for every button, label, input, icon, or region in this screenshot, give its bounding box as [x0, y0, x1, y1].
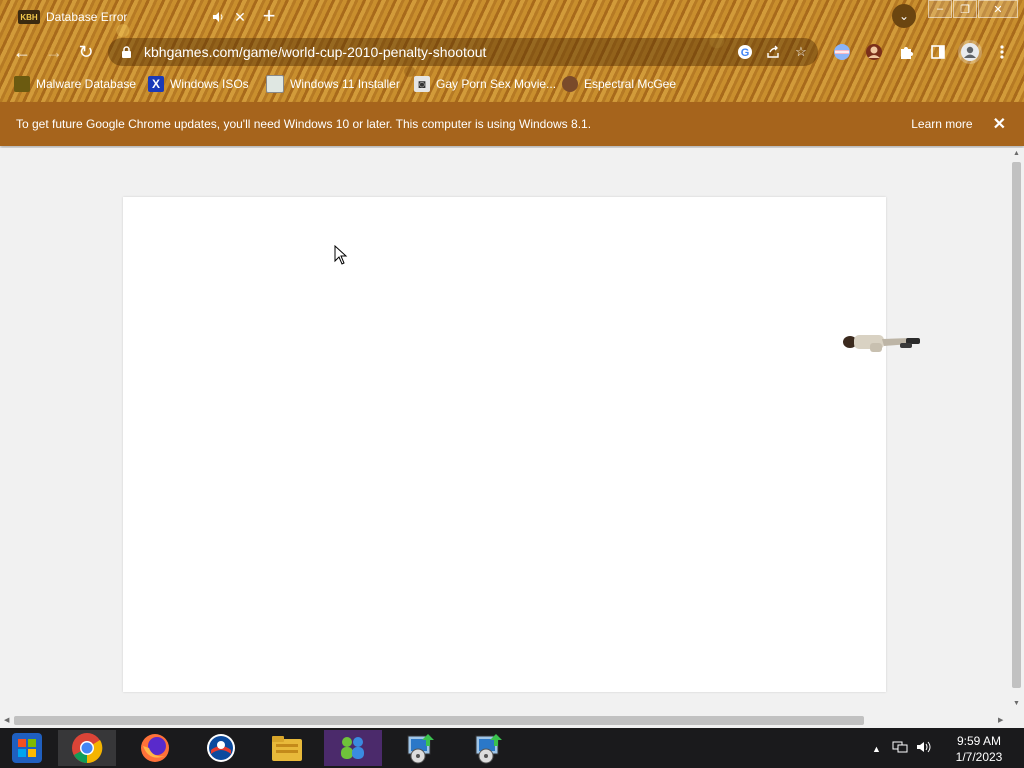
bookmark-label: Espectral McGee: [584, 77, 677, 91]
speaker-icon[interactable]: [210, 9, 226, 25]
folder-icon: [272, 736, 302, 761]
bookmark-movie[interactable]: ◙ Gay Porn Sex Movie...: [414, 75, 556, 93]
bookmark-malware-database[interactable]: Malware Database: [14, 75, 136, 93]
bookmark-windows-isos[interactable]: X Windows ISOs: [148, 75, 249, 93]
menu-icon[interactable]: [992, 42, 1012, 62]
vertical-scroll-thumb[interactable]: [1012, 162, 1021, 688]
scroll-right-icon[interactable]: ▶: [998, 716, 1003, 724]
scroll-up-icon[interactable]: ▲: [1013, 150, 1020, 157]
infobar-message: To get future Google Chrome updates, you…: [16, 117, 592, 131]
share-icon[interactable]: [762, 41, 784, 63]
tab-close-icon[interactable]: ✕: [232, 9, 248, 25]
installer-icon: [407, 734, 434, 764]
google-lens-icon[interactable]: G: [734, 41, 756, 63]
bookmark-star-icon[interactable]: ☆: [790, 41, 812, 63]
scroll-left-icon[interactable]: ◀: [4, 716, 9, 724]
minimize-button[interactable]: –: [928, 0, 952, 18]
image-bookmark-icon: [266, 75, 284, 93]
taskbar-installer[interactable]: [392, 730, 450, 766]
translate-extension-icon[interactable]: [832, 42, 852, 62]
firefox-icon: [141, 734, 169, 762]
scroll-down-icon[interactable]: ▼: [1013, 700, 1020, 707]
forward-button[interactable]: →: [42, 40, 66, 64]
taskbar-firefox[interactable]: [126, 730, 184, 766]
url-text[interactable]: kbhgames.com/game/world-cup-2010-penalty…: [144, 44, 734, 60]
start-button[interactable]: [0, 730, 54, 766]
bookmark-label: Windows ISOs: [170, 77, 249, 91]
puzzle-extensions-icon[interactable]: [896, 42, 916, 62]
kbh-favicon-icon: KBH: [18, 10, 40, 24]
system-clock[interactable]: 9:59 AM 1/7/2023: [946, 733, 1012, 765]
taskbar-file-explorer[interactable]: [258, 730, 316, 766]
mouse-cursor-icon: [334, 245, 348, 265]
horizontal-scroll-thumb[interactable]: [14, 716, 864, 725]
outlook-icon: [207, 734, 235, 762]
installer-icon: [475, 734, 502, 764]
network-icon[interactable]: [892, 740, 908, 757]
bookmark-label: Malware Database: [36, 77, 137, 91]
taskbar-chrome[interactable]: [58, 730, 116, 766]
side-panel-icon[interactable]: [928, 42, 948, 62]
tab-title: Database Error: [46, 10, 128, 24]
infobar-close-icon[interactable]: ✕: [993, 114, 1006, 134]
volume-icon[interactable]: [916, 740, 932, 757]
game-canvas[interactable]: [123, 197, 886, 692]
chrome-icon: [72, 733, 103, 764]
tab-search-button[interactable]: ⌄: [892, 4, 916, 28]
avatar-extension-icon[interactable]: [864, 42, 884, 62]
bookmark-label: Gay Porn Sex Movie...: [436, 77, 557, 91]
film-bookmark-icon: ◙: [414, 76, 430, 92]
window-close-button[interactable]: ✕: [978, 0, 1018, 18]
clock-time: 9:59 AM: [956, 734, 1002, 748]
svg-text:G: G: [741, 47, 750, 59]
profile-icon[interactable]: [958, 40, 982, 64]
learn-more-link[interactable]: Learn more: [911, 117, 972, 131]
bookmark-label: Windows 11 Installer: [290, 77, 400, 91]
restore-button[interactable]: ❐: [953, 0, 977, 18]
taskbar-installer-2[interactable]: [460, 730, 518, 766]
taskbar-outlook[interactable]: [192, 730, 250, 766]
reload-button[interactable]: ↻: [74, 40, 98, 64]
lock-icon[interactable]: [118, 44, 134, 60]
x-bookmark-icon: X: [148, 76, 164, 92]
clock-date: 1/7/2023: [955, 750, 1003, 764]
back-button[interactable]: ←: [10, 40, 34, 64]
bookmark-windows-11-installer[interactable]: Windows 11 Installer: [266, 75, 400, 93]
shield-bookmark-icon: [14, 76, 30, 92]
bookmark-espectral-mcgee[interactable]: Espectral McGee: [562, 75, 676, 93]
tab-database-error[interactable]: KBH Database Error ✕: [8, 4, 248, 30]
show-hidden-icons-icon[interactable]: ▲: [872, 744, 881, 754]
update-infobar: To get future Google Chrome updates, you…: [0, 102, 1024, 146]
messenger-icon: [341, 737, 364, 759]
taskbar-messenger[interactable]: [324, 730, 382, 766]
new-tab-button[interactable]: +: [258, 5, 280, 27]
face-bookmark-icon: [562, 76, 578, 92]
fallen-player-sprite: [843, 335, 920, 352]
address-bar[interactable]: kbhgames.com/game/world-cup-2010-penalty…: [108, 38, 818, 66]
